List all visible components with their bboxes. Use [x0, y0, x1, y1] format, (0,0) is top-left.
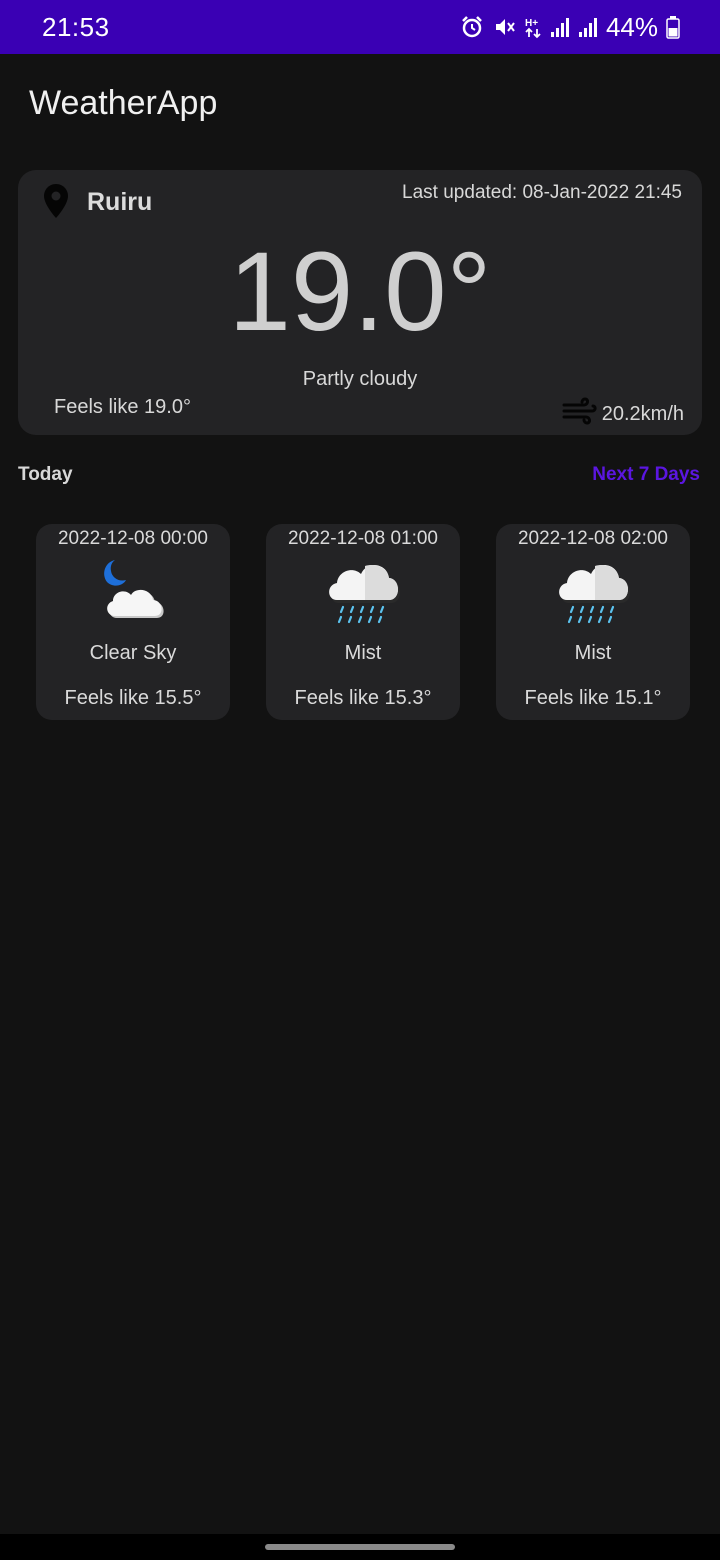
forecast-card[interactable]: 2022-12-08 02:00 Mist Feels like 15.1° [496, 524, 690, 720]
signal-icon [578, 16, 598, 38]
forecast-feels-like: Feels like 15.1° [524, 687, 662, 709]
signal-icon [550, 16, 570, 38]
app-title: WeatherApp [29, 84, 218, 122]
current-condition: Partly cloudy [302, 368, 418, 390]
forecast-feels-like: Feels like 15.5° [64, 687, 202, 709]
forecast-description: Clear Sky [89, 642, 177, 664]
battery-percent: 44% [605, 11, 658, 42]
next-7-days-link[interactable]: Next 7 Days [592, 464, 700, 486]
rain-cloud-icon [323, 554, 403, 630]
alarm-icon [460, 15, 484, 39]
svg-text:H+: H+ [525, 18, 538, 29]
wind-icon [562, 396, 598, 432]
data-arrows-icon: H+ [524, 15, 542, 39]
moon-cloud-icon [93, 554, 173, 630]
hourly-forecast-list: 2022-12-08 00:00 Clear Sky Feels like 15… [36, 524, 690, 720]
wind-speed: 20.2km/h [562, 396, 684, 432]
forecast-description: Mist [344, 642, 382, 664]
location-name: Ruiru [87, 188, 153, 216]
location-pin-icon [43, 183, 69, 224]
forecast-card[interactable]: 2022-12-08 01:00 Mist Feels like 15.3° [266, 524, 460, 720]
forecast-time: 2022-12-08 01:00 [287, 528, 438, 549]
forecast-time: 2022-12-08 02:00 [517, 528, 668, 549]
navigation-bar [0, 1534, 720, 1560]
home-indicator[interactable] [265, 1544, 455, 1550]
status-icons: H+ 44% [460, 12, 680, 42]
forecast-card[interactable]: 2022-12-08 00:00 Clear Sky Feels like 15… [36, 524, 230, 720]
current-weather-card: Ruiru Last updated: 08-Jan-2022 21:45 19… [18, 170, 702, 435]
feels-like: Feels like 19.0° [54, 396, 191, 418]
forecast-time: 2022-12-08 00:00 [57, 528, 208, 549]
today-tab[interactable]: Today [18, 464, 73, 486]
wind-value: 20.2km/h [601, 402, 684, 425]
rain-cloud-icon [553, 554, 633, 630]
status-time: 21:53 [42, 12, 110, 42]
mute-icon [492, 15, 516, 39]
battery-icon [666, 15, 680, 39]
current-temperature: 19.0° [228, 229, 492, 354]
status-bar: 21:53 H+ 44% [0, 0, 720, 54]
forecast-description: Mist [574, 642, 612, 664]
last-updated: Last updated: 08-Jan-2022 21:45 [402, 182, 682, 203]
forecast-feels-like: Feels like 15.3° [294, 687, 432, 709]
